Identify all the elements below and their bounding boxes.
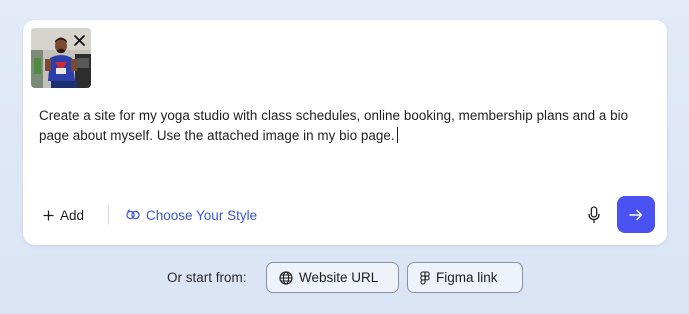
plus-icon	[43, 210, 54, 221]
send-button[interactable]	[617, 196, 655, 233]
prompt-composer: Create a site for my yoga studio with cl…	[23, 20, 667, 245]
figma-icon	[420, 270, 430, 285]
close-icon	[73, 34, 85, 46]
start-from-label: Or start from:	[167, 270, 247, 285]
remove-attachment-button[interactable]	[72, 33, 86, 47]
figma-link-button[interactable]: Figma link	[407, 262, 523, 293]
toolbar-divider	[108, 205, 109, 225]
text-caret	[396, 127, 398, 143]
add-button[interactable]: Add	[43, 205, 84, 225]
palette-icon	[126, 209, 140, 221]
globe-icon	[279, 270, 293, 285]
prompt-text: Create a site for my yoga studio with cl…	[39, 108, 629, 143]
arrow-right-icon	[629, 209, 643, 220]
add-label: Add	[60, 207, 85, 223]
figma-link-label: Figma link	[436, 270, 498, 285]
website-url-label: Website URL	[299, 270, 379, 285]
choose-style-button[interactable]: Choose Your Style	[126, 205, 257, 225]
prompt-input[interactable]: Create a site for my yoga studio with cl…	[39, 106, 659, 146]
choose-style-label: Choose Your Style	[146, 207, 258, 223]
microphone-icon	[588, 206, 600, 223]
website-url-button[interactable]: Website URL	[266, 262, 399, 293]
microphone-button[interactable]	[584, 204, 604, 226]
